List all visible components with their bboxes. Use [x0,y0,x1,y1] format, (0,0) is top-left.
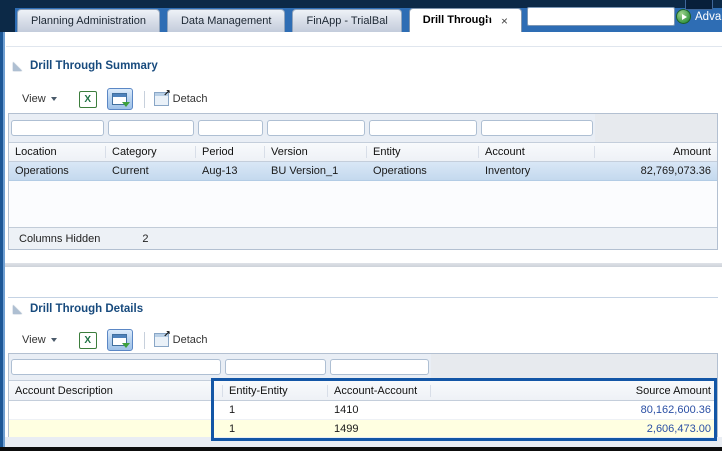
filter-cell-source-amount-empty [431,354,717,380]
toolbar-separator [143,331,145,349]
window-bottom-edge [0,447,722,451]
details-table-row-2[interactable]: 1 1499 2,606,473.00 [9,420,717,438]
detach-label: Detach [172,334,208,346]
cell-account-account: 1499 [334,423,359,435]
summary-empty-area [9,181,717,227]
detach-icon: ↗ [153,88,171,106]
details-query-by-example-button[interactable] [106,329,133,351]
columns-hidden-value: 2 [142,232,149,245]
details-panel-top-border [8,297,718,298]
content-top-divider [6,46,722,47]
tab-data-management[interactable]: Data Management [166,9,286,32]
column-header-entity-entity[interactable]: Entity-Entity [223,384,328,397]
excel-icon: X [84,334,91,346]
panel-splitter[interactable] [5,263,722,267]
column-header-account[interactable]: Account [479,146,595,158]
chevron-down-icon [50,97,57,101]
cell-source-amount-link[interactable]: 80,162,600.36 [431,404,717,416]
details-panel-header[interactable]: Drill Through Details [13,303,143,315]
cell-entity-entity: 1 [229,423,236,435]
columns-hidden-label: Columns Hidden [19,232,101,245]
tab-drill-through-label: Drill Through [422,14,492,26]
details-detach-button[interactable]: ↗ Detach [153,329,208,347]
cell-location: Operations [15,165,69,177]
advanced-go-icon [676,9,691,24]
summary-query-by-example-button[interactable] [106,88,133,110]
advanced-search-button[interactable]: Advanced [676,9,722,24]
cell-version: BU Version_1 [271,165,339,177]
column-header-account-description[interactable]: Account Description [9,384,223,397]
tab-planning-administration[interactable]: Planning Administration [17,9,160,32]
filter-input-category[interactable] [108,120,194,136]
column-header-entity[interactable]: Entity [367,146,479,158]
summary-view-menu-button[interactable]: View [18,90,61,108]
cell-account-account: 1410 [334,404,359,416]
filter-input-entity-entity[interactable] [225,359,326,375]
window-corner-button [685,0,713,10]
left-border-strip-inner [3,32,5,447]
cell-category: Current [112,165,149,177]
filter-input-account[interactable] [481,120,593,136]
summary-header-row: Location Category Period Version Entity … [9,142,717,162]
cell-source-amount-link[interactable]: 2,606,473.00 [431,423,717,435]
summary-toolbar: View X ↗ Detach [18,86,208,112]
funnel-icon [121,343,130,348]
column-header-amount[interactable]: Amount [595,146,717,158]
column-header-version[interactable]: Version [265,146,367,158]
chevron-down-icon [50,338,57,342]
search-label: Search [483,10,520,22]
details-table-row-1[interactable]: 1 1410 80,162,600.36 [9,401,717,420]
details-filter-row [9,354,717,380]
detach-label: Detach [172,93,208,105]
summary-table-row-selected[interactable]: Operations Current Aug-13 BU Version_1 O… [9,162,717,181]
filter-input-account-description[interactable] [11,359,221,375]
column-header-location[interactable]: Location [9,146,106,158]
top-tab-bar: Planning Administration Data Management … [0,0,722,32]
collapse-triangle-icon[interactable] [13,61,22,71]
summary-filter-row [9,114,717,142]
column-header-account-account[interactable]: Account-Account [328,384,431,397]
filter-input-period[interactable] [198,120,263,136]
funnel-icon [121,102,130,107]
filter-input-account-account[interactable] [330,359,429,375]
details-view-menu-button[interactable]: View [18,331,61,349]
tab-finapp-trialbal[interactable]: FinApp - TrialBal [292,9,402,32]
cell-entity-entity: 1 [229,404,236,416]
filter-input-version[interactable] [267,120,365,136]
summary-export-excel-button[interactable]: X [78,90,97,108]
cell-period: Aug-13 [202,165,238,177]
detach-icon: ↗ [153,329,171,347]
view-label: View [22,334,46,346]
summary-footer: Columns Hidden 2 [9,227,717,249]
filter-input-location[interactable] [11,120,104,136]
column-header-category[interactable]: Category [106,146,196,158]
toolbar-separator [143,90,145,108]
details-panel-title: Drill Through Details [30,303,144,315]
summary-panel-header[interactable]: Drill Through Summary [13,60,158,72]
summary-panel-title: Drill Through Summary [30,60,158,72]
search-bar: Search [483,0,676,32]
search-input[interactable] [527,6,676,26]
cell-entity: Operations [373,165,427,177]
summary-table: Location Category Period Version Entity … [8,113,718,250]
view-label: View [22,93,46,105]
cell-account: Inventory [485,165,531,177]
tabbar-left-dark [0,0,15,32]
filter-input-entity[interactable] [369,120,477,136]
cell-amount: 82,769,073.36 [640,165,711,177]
summary-detach-button[interactable]: ↗ Detach [153,88,208,106]
details-header-row: Account Description Entity-Entity Accoun… [9,380,717,401]
details-toolbar: View X ↗ Detach [18,327,208,353]
bottom-light-strip [5,437,722,447]
collapse-triangle-icon[interactable] [13,304,22,314]
column-header-source-amount[interactable]: Source Amount [431,385,717,397]
filter-cell-amount-empty [595,114,717,142]
details-export-excel-button[interactable]: X [78,331,97,349]
details-table: Account Description Entity-Entity Accoun… [8,353,718,442]
excel-icon: X [84,93,91,105]
column-header-period[interactable]: Period [196,146,265,158]
advanced-label: Advanced [695,10,722,23]
tab-strip: Planning Administration Data Management … [17,8,522,32]
